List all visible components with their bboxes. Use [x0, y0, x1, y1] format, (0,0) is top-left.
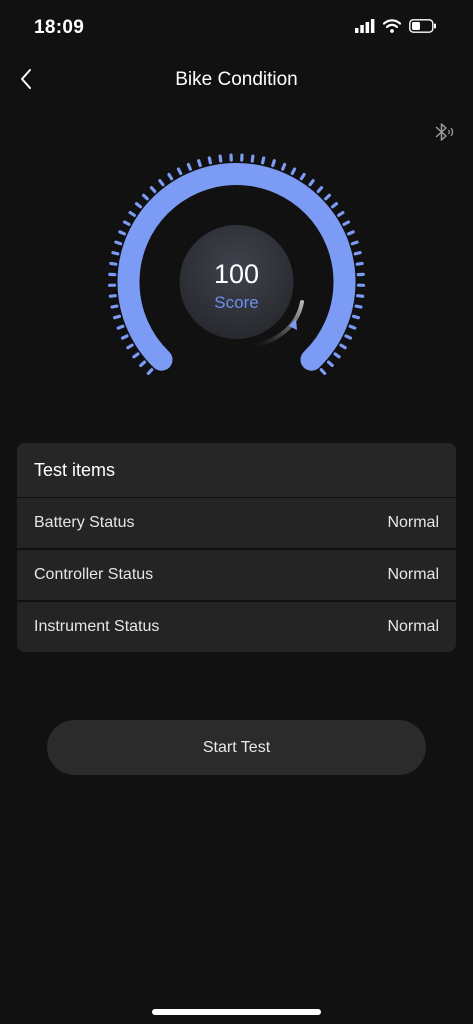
gauge-tick — [342, 220, 351, 226]
gauge-tick — [347, 230, 355, 236]
gauge-tick — [120, 334, 129, 340]
gauge-tick — [109, 261, 118, 266]
gauge-tick — [134, 202, 143, 209]
battery-icon — [409, 19, 437, 38]
status-icons — [355, 19, 437, 38]
test-row-value: Normal — [387, 618, 439, 635]
gauge-tick — [299, 172, 306, 181]
test-row-battery: Battery Status Normal — [17, 498, 456, 550]
gauge-tick — [319, 368, 327, 375]
test-row-label: Instrument Status — [34, 618, 160, 635]
gauge-tick — [326, 360, 334, 368]
gauge-tick — [271, 159, 276, 168]
cellular-signal-icon — [355, 19, 375, 38]
gauge-tick — [324, 193, 331, 201]
test-row-value: Normal — [387, 514, 439, 531]
test-row-value: Normal — [387, 566, 439, 583]
gauge-tick — [167, 172, 174, 181]
gauge-tick — [176, 167, 183, 176]
gauge-tick — [354, 304, 363, 309]
gauge-tick — [158, 179, 165, 187]
gauge-tick — [122, 220, 131, 226]
start-test-label: Start Test — [202, 738, 271, 756]
gauge-tick — [290, 167, 297, 176]
test-items-card: Test items Battery Status Normal Control… — [17, 443, 456, 652]
gauge-tick — [146, 368, 154, 375]
status-bar: 18:09 — [0, 0, 473, 56]
gauge-tick — [149, 186, 157, 193]
gauge-tick — [116, 324, 125, 330]
gauge-tick — [118, 230, 126, 236]
gauge-tick — [207, 156, 212, 165]
gauge-tick — [350, 240, 359, 246]
gauge-tick — [348, 324, 357, 330]
gauge-tick — [353, 251, 362, 256]
test-row-controller: Controller Status Normal — [17, 550, 456, 602]
gauge-tick — [197, 159, 202, 168]
card-title: Test items — [17, 443, 456, 498]
gauge-tick — [139, 360, 147, 368]
gauge-tick — [330, 202, 339, 209]
gauge-tick — [132, 352, 140, 359]
gauge-tick — [250, 154, 255, 163]
gauge-tick — [218, 154, 223, 163]
gauge-tick — [308, 179, 315, 187]
page-title: Bike Condition — [175, 69, 298, 90]
gauge-tick — [113, 314, 122, 320]
gauge-tick — [316, 186, 324, 193]
gauge-tick — [344, 334, 353, 340]
gauge-tick — [333, 352, 341, 359]
gauge-tick — [351, 314, 360, 320]
gauge-tick — [111, 251, 120, 256]
gauge-tick — [114, 240, 123, 246]
gauge-tick — [281, 162, 287, 171]
gauge-tick — [339, 343, 347, 350]
gauge-tick — [142, 193, 149, 201]
gauge-tick — [128, 210, 136, 217]
home-indicator — [152, 1009, 321, 1015]
test-row-instrument: Instrument Status Normal — [17, 602, 456, 652]
gauge-tick — [110, 304, 119, 309]
gauge-tick — [355, 261, 364, 266]
gauge-tick — [337, 210, 345, 217]
test-row-label: Battery Status — [34, 514, 135, 531]
gauge-tick — [186, 162, 192, 171]
test-row-label: Controller Status — [34, 566, 154, 583]
nav-bar: Bike Condition — [0, 56, 473, 106]
start-test-button[interactable]: Start Test — [47, 720, 426, 775]
status-time: 18:09 — [34, 17, 85, 38]
gauge-tick — [126, 343, 134, 350]
gauge-tick — [356, 294, 365, 298]
gauge-tick — [261, 156, 266, 165]
score-label: Score — [214, 293, 259, 312]
score-value: 100 — [213, 259, 260, 289]
gauge-tick — [108, 294, 117, 298]
wifi-icon — [382, 19, 402, 38]
